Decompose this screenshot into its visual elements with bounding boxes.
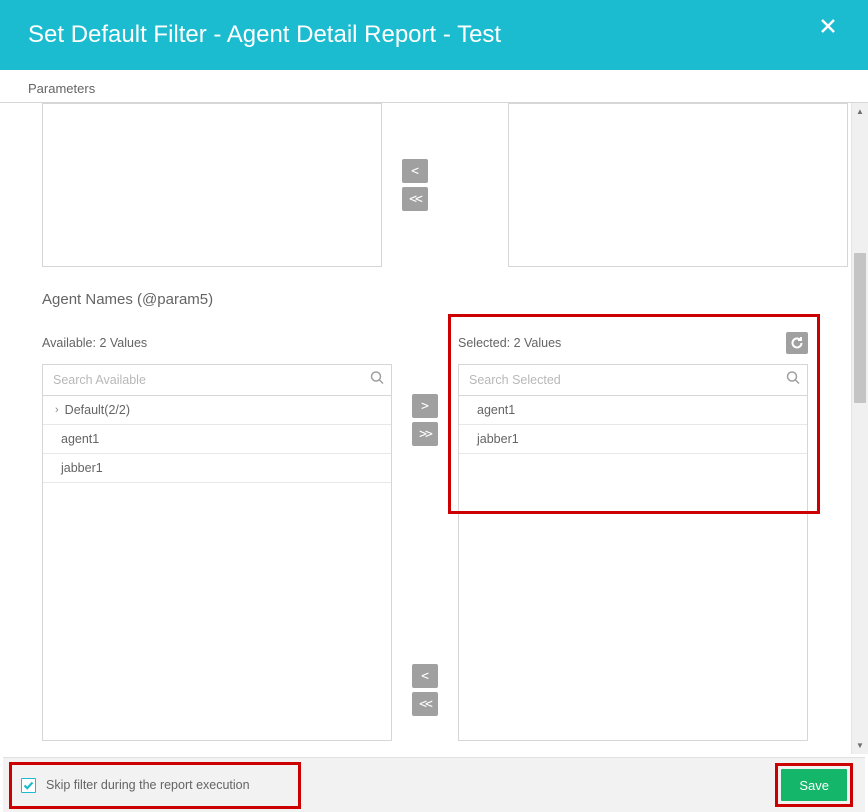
section-title-agent-names: Agent Names (@param5) bbox=[42, 291, 848, 308]
available-item[interactable]: jabber1 bbox=[43, 454, 391, 483]
selected-search-wrap bbox=[458, 364, 808, 396]
selected-item[interactable]: agent1 bbox=[459, 396, 807, 425]
parameters-scroll-area: < << Agent Names (@param5) Available: 2 … bbox=[0, 103, 868, 754]
dialog-header: Set Default Filter - Agent Detail Report… bbox=[0, 0, 868, 70]
refresh-icon bbox=[790, 336, 804, 350]
selected-item[interactable]: jabber1 bbox=[459, 425, 807, 454]
available-group-label: Default(2/2) bbox=[65, 403, 130, 417]
reset-selected-button[interactable] bbox=[786, 332, 808, 354]
close-icon bbox=[820, 18, 836, 34]
prior-selected-list[interactable] bbox=[508, 103, 848, 267]
available-search-wrap bbox=[42, 364, 392, 396]
vertical-scrollbar[interactable]: ▲ ▼ bbox=[851, 103, 868, 754]
available-item[interactable]: agent1 bbox=[43, 425, 391, 454]
scroll-thumb[interactable] bbox=[854, 253, 866, 403]
chevron-right-icon: › bbox=[55, 404, 59, 416]
available-count-label: Available: 2 Values bbox=[42, 336, 147, 350]
move-all-left-button[interactable]: << bbox=[412, 692, 438, 716]
skip-filter-option: Skip filter during the report execution bbox=[21, 778, 250, 793]
check-icon bbox=[23, 780, 34, 791]
search-selected-input[interactable] bbox=[458, 364, 808, 396]
move-right-button[interactable]: > bbox=[412, 394, 438, 418]
tab-row: Parameters bbox=[0, 70, 868, 103]
scroll-down-arrow[interactable]: ▼ bbox=[852, 737, 868, 754]
transfer-column: > >> < << bbox=[412, 332, 438, 716]
close-button[interactable] bbox=[816, 14, 840, 38]
prior-transfer-buttons: < << bbox=[402, 159, 428, 211]
move-all-right-button[interactable]: >> bbox=[412, 422, 438, 446]
move-left-button[interactable]: < bbox=[412, 664, 438, 688]
prior-section-partial: < << bbox=[42, 103, 848, 267]
skip-filter-checkbox[interactable] bbox=[21, 778, 36, 793]
tab-parameters[interactable]: Parameters bbox=[28, 81, 95, 102]
available-list[interactable]: › Default(2/2) agent1 jabber1 bbox=[42, 396, 392, 741]
available-header: Available: 2 Values bbox=[42, 332, 392, 354]
prior-available-list[interactable] bbox=[42, 103, 382, 267]
available-group-default[interactable]: › Default(2/2) bbox=[43, 396, 391, 425]
dual-list-selector: Available: 2 Values › Default(2/2) agent… bbox=[42, 332, 848, 741]
selected-list[interactable]: agent1 jabber1 bbox=[458, 396, 808, 741]
move-all-left-button[interactable]: << bbox=[402, 187, 428, 211]
available-panel: Available: 2 Values › Default(2/2) agent… bbox=[42, 332, 392, 741]
skip-filter-label: Skip filter during the report execution bbox=[46, 778, 250, 792]
search-available-input[interactable] bbox=[42, 364, 392, 396]
selected-panel: Selected: 2 Values agent1 jabber1 bbox=[458, 332, 808, 741]
move-left-button[interactable]: < bbox=[402, 159, 428, 183]
save-button[interactable]: Save bbox=[781, 769, 847, 801]
selected-count-label: Selected: 2 Values bbox=[458, 336, 561, 350]
selected-header: Selected: 2 Values bbox=[458, 332, 808, 354]
dialog-title: Set Default Filter - Agent Detail Report… bbox=[28, 21, 501, 49]
scroll-up-arrow[interactable]: ▲ bbox=[852, 103, 868, 120]
dialog-footer: Skip filter during the report execution … bbox=[3, 757, 865, 812]
